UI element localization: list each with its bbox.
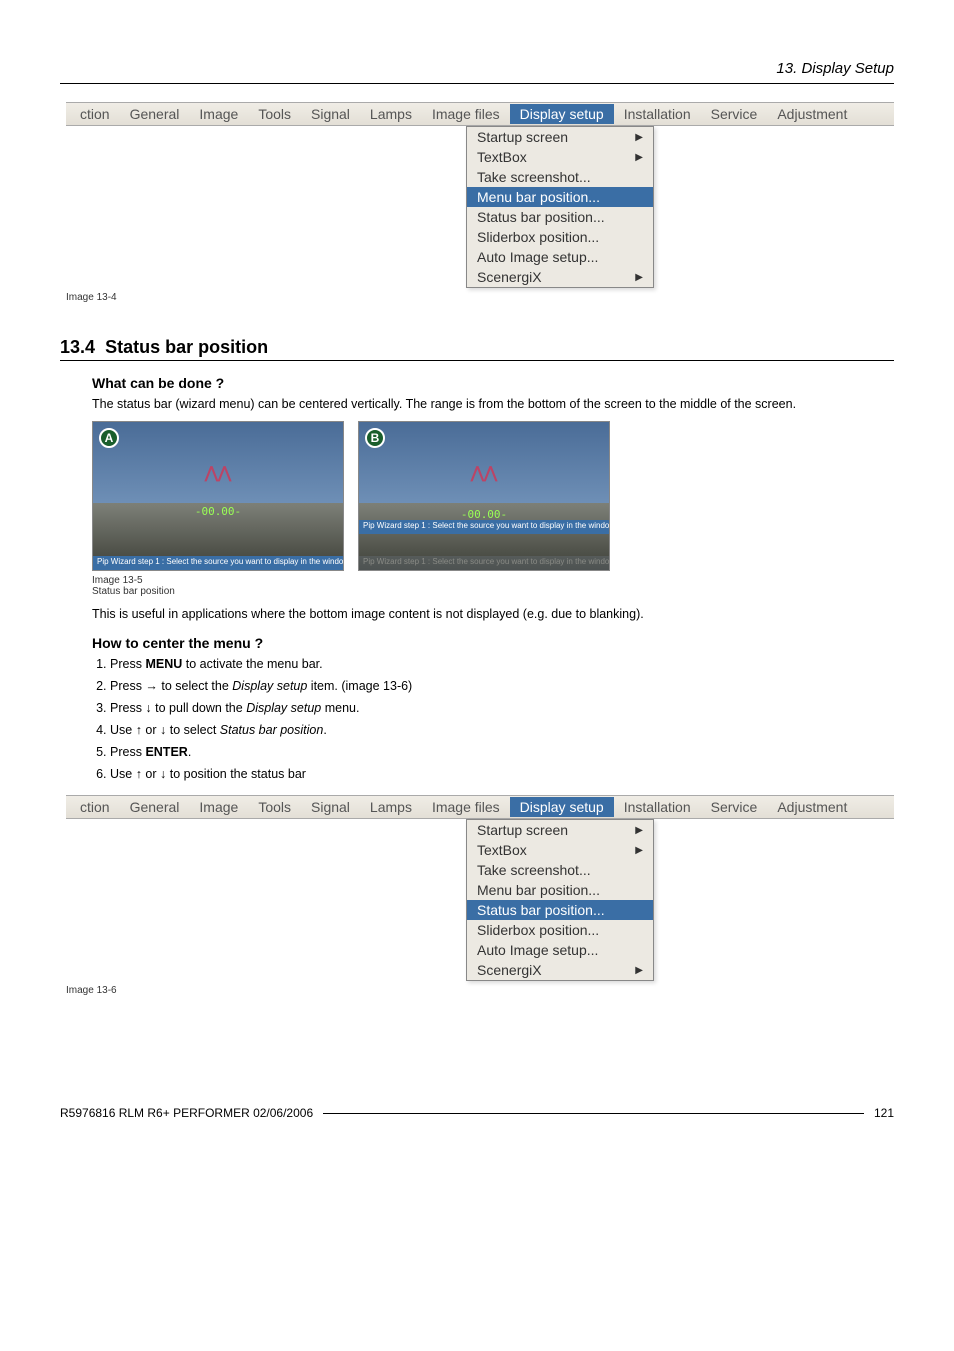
gauge-text: -00.00- (195, 505, 241, 518)
badge-b: B (365, 428, 385, 448)
section-heading: 13.4 Status bar position (60, 337, 894, 361)
submenu-item-status-bar-position[interactable]: Status bar position... (467, 900, 653, 920)
menubar-item-ction[interactable]: ction (70, 797, 120, 817)
badge-a: A (99, 428, 119, 448)
chapter-header: 13. Display Setup (60, 60, 894, 84)
submenu-item-take-screenshot[interactable]: Take screenshot... (467, 860, 653, 880)
spike-icon: ⋀⋀ (205, 463, 231, 483)
subheading-what: What can be done ? (92, 375, 894, 391)
scene-a: A ⋀⋀ -00.00- Pip Wizard step 1 : Select … (92, 421, 344, 571)
menubar-item-lamps[interactable]: Lamps (360, 104, 422, 124)
menubar-item-ction[interactable]: ction (70, 104, 120, 124)
submenu-item-sliderbox-position[interactable]: Sliderbox position... (467, 920, 653, 940)
submenu-item-scenergix[interactable]: ScenergiX▶ (467, 267, 653, 287)
paragraph: The status bar (wizard menu) can be cent… (92, 397, 894, 411)
list-item: Press ENTER. (110, 745, 894, 759)
chevron-right-icon: ▶ (635, 152, 643, 163)
wizard-bar-faded: Pip Wizard step 1 : Select the source yo… (359, 556, 609, 570)
menubar-item-adjustment[interactable]: Adjustment (767, 797, 857, 817)
chevron-right-icon: ▶ (635, 132, 643, 143)
display-setup-submenu: Startup screen▶TextBox▶Take screenshot..… (466, 819, 654, 981)
image-caption: Image 13-4 (66, 292, 894, 303)
figure-13-6: ctionGeneralImageToolsSignalLampsImage f… (60, 795, 894, 996)
spike-icon: ⋀⋀ (471, 463, 497, 483)
page-footer: R5976816 RLM R6+ PERFORMER 02/06/2006 12… (60, 1106, 894, 1120)
chevron-right-icon: ▶ (635, 965, 643, 976)
menubar: ctionGeneralImageToolsSignalLampsImage f… (66, 795, 894, 819)
menubar-item-image[interactable]: Image (189, 104, 248, 124)
list-item: Press ↓ to pull down the Display setup m… (110, 701, 894, 715)
menubar-item-image-files[interactable]: Image files (422, 104, 510, 124)
submenu-item-sliderbox-position[interactable]: Sliderbox position... (467, 227, 653, 247)
menubar-item-signal[interactable]: Signal (301, 104, 360, 124)
footer-left: R5976816 RLM R6+ PERFORMER 02/06/2006 (60, 1106, 313, 1120)
wizard-bar: Pip Wizard step 1 : Select the source yo… (359, 520, 609, 534)
menubar-item-image-files[interactable]: Image files (422, 797, 510, 817)
submenu-item-startup-screen[interactable]: Startup screen▶ (467, 127, 653, 147)
list-item: Press → to select the Display setup item… (110, 679, 894, 693)
menubar-item-installation[interactable]: Installation (614, 104, 701, 124)
figure-13-5: A ⋀⋀ -00.00- Pip Wizard step 1 : Select … (92, 421, 894, 571)
menubar-item-installation[interactable]: Installation (614, 797, 701, 817)
menubar-item-image[interactable]: Image (189, 797, 248, 817)
menubar-item-tools[interactable]: Tools (248, 797, 301, 817)
chevron-right-icon: ▶ (635, 845, 643, 856)
footer-page-number: 121 (874, 1106, 894, 1120)
menubar-item-adjustment[interactable]: Adjustment (767, 104, 857, 124)
display-setup-submenu: Startup screen▶TextBox▶Take screenshot..… (466, 126, 654, 288)
menubar-item-service[interactable]: Service (701, 797, 768, 817)
steps-list: Press MENU to activate the menu bar. Pres… (110, 657, 894, 781)
scene-b: B ⋀⋀ -00.00- Pip Wizard step 1 : Select … (358, 421, 610, 571)
list-item: Use ↑ or ↓ to position the status bar (110, 767, 894, 781)
submenu-item-menu-bar-position[interactable]: Menu bar position... (467, 880, 653, 900)
submenu-item-auto-image-setup[interactable]: Auto Image setup... (467, 940, 653, 960)
menubar-item-display-setup[interactable]: Display setup (510, 797, 614, 817)
menubar-item-signal[interactable]: Signal (301, 797, 360, 817)
menubar-item-general[interactable]: General (120, 104, 190, 124)
submenu-item-take-screenshot[interactable]: Take screenshot... (467, 167, 653, 187)
submenu-item-startup-screen[interactable]: Startup screen▶ (467, 820, 653, 840)
submenu-item-scenergix[interactable]: ScenergiX▶ (467, 960, 653, 980)
submenu-item-textbox[interactable]: TextBox▶ (467, 840, 653, 860)
figure-13-4: ctionGeneralImageToolsSignalLampsImage f… (60, 102, 894, 303)
menubar-item-tools[interactable]: Tools (248, 104, 301, 124)
submenu-item-menu-bar-position[interactable]: Menu bar position... (467, 187, 653, 207)
chevron-right-icon: ▶ (635, 825, 643, 836)
submenu-item-textbox[interactable]: TextBox▶ (467, 147, 653, 167)
wizard-bar: Pip Wizard step 1 : Select the source yo… (93, 556, 343, 570)
menubar-item-lamps[interactable]: Lamps (360, 797, 422, 817)
submenu-item-status-bar-position[interactable]: Status bar position... (467, 207, 653, 227)
menubar-item-general[interactable]: General (120, 797, 190, 817)
list-item: Press MENU to activate the menu bar. (110, 657, 894, 671)
submenu-item-auto-image-setup[interactable]: Auto Image setup... (467, 247, 653, 267)
list-item: Use ↑ or ↓ to select Status bar position… (110, 723, 894, 737)
menubar: ctionGeneralImageToolsSignalLampsImage f… (66, 102, 894, 126)
chevron-right-icon: ▶ (635, 272, 643, 283)
paragraph: This is useful in applications where the… (92, 607, 894, 621)
subheading-how: How to center the menu ? (92, 635, 894, 651)
menubar-item-display-setup[interactable]: Display setup (510, 104, 614, 124)
image-caption: Image 13-5Status bar position (92, 575, 894, 597)
image-caption: Image 13-6 (66, 985, 894, 996)
menubar-item-service[interactable]: Service (701, 104, 768, 124)
